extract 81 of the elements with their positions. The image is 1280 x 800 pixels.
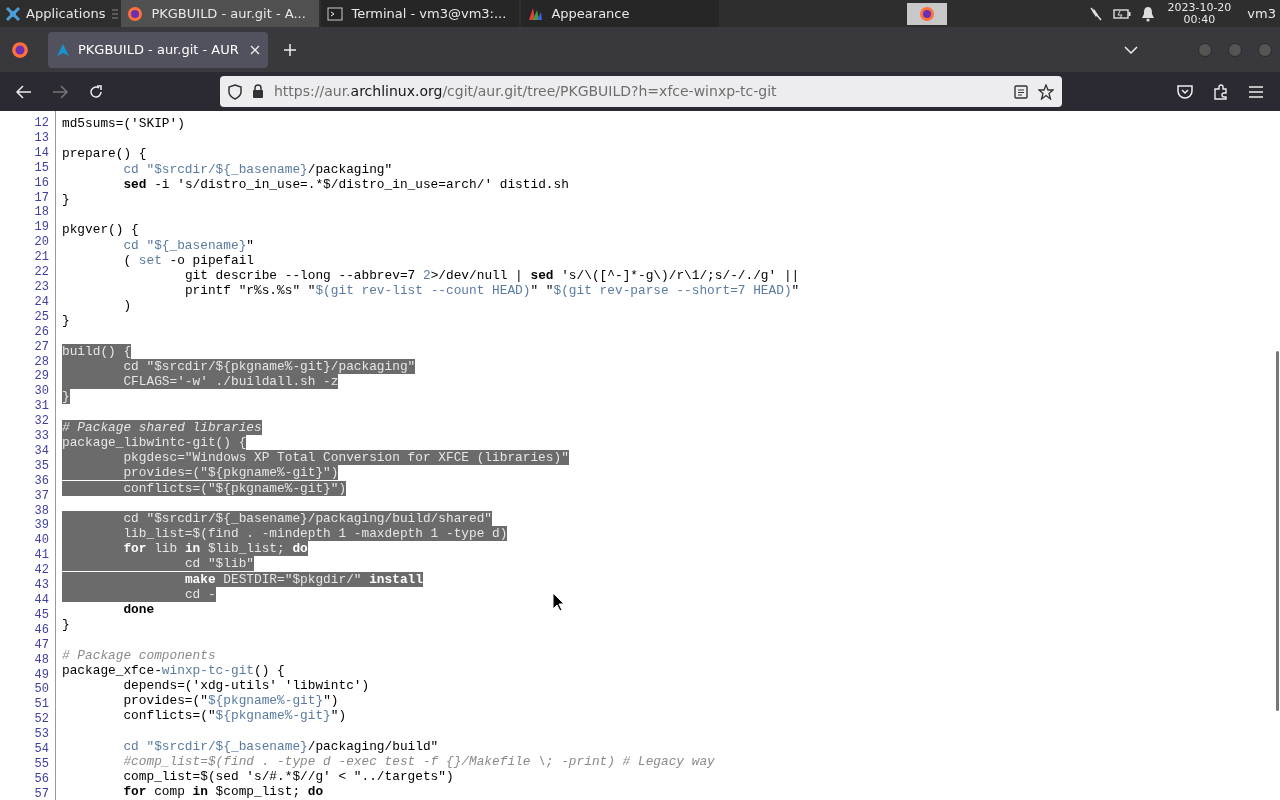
line-number: 39 [34,518,49,534]
applications-label: Applications [26,4,106,23]
line-number: 45 [34,607,49,623]
applications-menu[interactable]: Applications [0,0,110,27]
browser-tab[interactable]: PKGBUILD - aur.git - AUR [48,31,268,68]
line-number: 15 [34,160,49,176]
line-number: 14 [34,145,49,161]
line-number: 40 [34,533,49,549]
line-number: 42 [34,563,49,579]
line-number: 30 [34,384,49,400]
line-number: 44 [34,593,49,608]
line-number: 17 [34,190,49,206]
star-icon[interactable] [1038,83,1054,100]
line-number: 23 [34,279,49,295]
line-number: 16 [34,175,49,191]
line-number: 34 [34,443,49,459]
firefox-icon [127,5,144,22]
pocket-icon[interactable] [1177,84,1193,99]
puzzle-piece-icon[interactable] [1213,83,1229,100]
plus-icon[interactable] [283,42,297,57]
line-number: 26 [34,324,49,340]
line-number: 27 [34,339,49,355]
back-arrow-icon[interactable] [16,84,32,99]
taskbar-button[interactable]: Terminal - vm3@vm3:... [321,0,520,27]
taskbar-button[interactable]: Appearance [521,0,720,27]
menu-icon[interactable] [1249,85,1263,98]
line-number: 13 [34,130,49,146]
firefox-launcher[interactable] [907,2,948,25]
chevron-down-icon[interactable] [1124,44,1138,55]
line-number: 12 [34,116,49,131]
line-number: 31 [34,399,49,415]
line-number: 51 [34,697,49,713]
line-number: 36 [34,473,49,489]
line-number: 37 [34,488,49,504]
firefox-icon [919,5,936,22]
line-number: 25 [34,309,49,325]
handle-icon[interactable] [112,7,119,20]
line-number: 50 [34,682,49,698]
line-number: 52 [34,712,49,728]
url-field[interactable]: https://aur.archlinux.org/cgit/aur.git/tree/PKGBUILD?h=xfce-winxp-tc-git [220,76,1062,107]
line-number: 43 [34,578,49,593]
line-number: 32 [34,414,49,430]
line-number: 53 [34,727,49,743]
reload-icon[interactable] [88,83,104,100]
line-number: 48 [34,652,49,668]
line-number: 20 [34,235,49,251]
lock-icon[interactable] [252,84,264,99]
battery-icon[interactable] [1113,6,1132,21]
line-number: 35 [34,458,49,474]
line-number: 57 [34,786,49,800]
line-number: 46 [34,622,49,638]
reader-view-icon[interactable] [1014,84,1028,99]
taskbar-button[interactable]: PKGBUILD - aur.git - A... [121,0,320,27]
line-number: 21 [34,250,49,266]
line-number: 22 [34,265,49,280]
firefox-icon[interactable] [11,40,29,59]
line-number: 38 [34,503,49,519]
line-number: 24 [34,294,49,310]
line-number: 41 [34,548,49,564]
line-number: 29 [34,369,49,385]
line-number: 56 [34,771,49,787]
line-number: 55 [34,756,49,772]
mouse-pointer-icon [552,592,565,612]
line-number: 49 [34,667,49,683]
shield-icon[interactable] [228,83,242,100]
line-number: 19 [34,220,49,236]
arch-logo-icon [56,42,70,57]
line-number: 47 [34,637,49,653]
url-text: https://aur.archlinux.org/cgit/aur.git/tree/PKGBUILD?h=xfce-winxp-tc-git [274,82,778,101]
close-icon[interactable] [250,44,260,55]
terminal-icon [327,5,344,22]
line-number: 33 [34,429,49,444]
line-number: 28 [34,354,49,370]
line-number: 54 [34,742,49,757]
xfce-mouse-icon [4,4,22,23]
user-name[interactable]: vm3 [1247,3,1276,24]
line-number: 18 [34,205,49,221]
scrollbar-thumb[interactable] [1276,351,1279,711]
forward-arrow-icon[interactable] [52,84,68,99]
bell-icon[interactable] [1141,5,1156,22]
clock[interactable]: 2023-10-20 00:40 [1167,1,1232,26]
